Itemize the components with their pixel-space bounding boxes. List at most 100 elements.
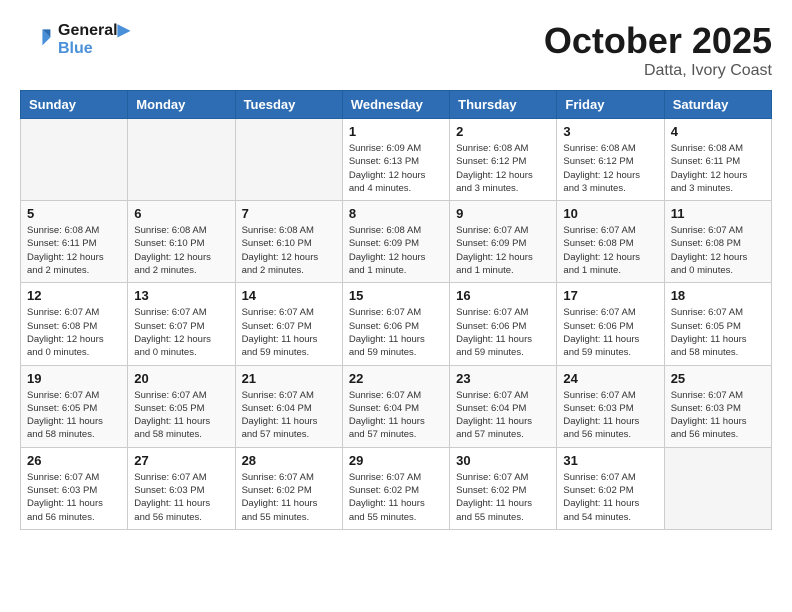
calendar-day-cell: 16Sunrise: 6:07 AMSunset: 6:06 PMDayligh… bbox=[450, 283, 557, 365]
calendar-day-cell: 10 Sunrise: 6:07 AMSunset: 6:08 PMDayligh… bbox=[557, 201, 664, 283]
day-info: Sunrise: 6:07 AMSunset: 6:07 PMDaylight:… bbox=[242, 306, 336, 359]
calendar-day-cell: 26 Sunrise: 6:07 AMSunset: 6:03 PMDayligh… bbox=[21, 447, 128, 529]
calendar-table: SundayMondayTuesdayWednesdayThursdayFrid… bbox=[20, 90, 772, 530]
day-number: 24 bbox=[563, 371, 657, 386]
calendar-day-cell: 1Sunrise: 6:09 AMSunset: 6:13 PMDaylight… bbox=[342, 119, 449, 201]
day-number: 31 bbox=[563, 453, 657, 468]
calendar-header-row: SundayMondayTuesdayWednesdayThursdayFrid… bbox=[21, 91, 772, 119]
calendar-day-cell: 4 Sunrise: 6:08 AMSunset: 6:11 PMDaylight… bbox=[664, 119, 771, 201]
day-number: 28 bbox=[242, 453, 336, 468]
calendar-day-cell: 9 Sunrise: 6:07 AMSunset: 6:09 PMDaylight… bbox=[450, 201, 557, 283]
day-info: Sunrise: 6:07 AMSunset: 6:05 PMDaylight:… bbox=[134, 389, 228, 442]
calendar-day-cell: 23 Sunrise: 6:07 AMSunset: 6:04 PMDayligh… bbox=[450, 365, 557, 447]
calendar-day-cell: 21 Sunrise: 6:07 AMSunset: 6:04 PMDayligh… bbox=[235, 365, 342, 447]
calendar-day-cell: 6 Sunrise: 6:08 AMSunset: 6:10 PMDaylight… bbox=[128, 201, 235, 283]
calendar-day-cell: 13Sunrise: 6:07 AMSunset: 6:07 PMDayligh… bbox=[128, 283, 235, 365]
title-block: October 2025 Datta, Ivory Coast bbox=[544, 20, 772, 80]
day-number: 26 bbox=[27, 453, 121, 468]
page-header: General▶ Blue October 2025 Datta, Ivory … bbox=[20, 20, 772, 80]
calendar-day-cell: 14 Sunrise: 6:07 AMSunset: 6:07 PMDayligh… bbox=[235, 283, 342, 365]
day-info: Sunrise: 6:07 AMSunset: 6:03 PMDaylight:… bbox=[134, 471, 228, 524]
day-number: 23 bbox=[456, 371, 550, 386]
day-number: 19 bbox=[27, 371, 121, 386]
day-info: Sunrise: 6:07 AMSunset: 6:02 PMDaylight:… bbox=[242, 471, 336, 524]
logo: General▶ Blue bbox=[20, 20, 130, 58]
calendar-week-row: 1Sunrise: 6:09 AMSunset: 6:13 PMDaylight… bbox=[21, 119, 772, 201]
logo-icon bbox=[20, 23, 52, 55]
day-number: 7 bbox=[242, 206, 336, 221]
day-info: Sunrise: 6:07 AMSunset: 6:05 PMDaylight:… bbox=[671, 306, 765, 359]
day-info: Sunrise: 6:07 AMSunset: 6:04 PMDaylight:… bbox=[349, 389, 443, 442]
day-number: 13 bbox=[134, 288, 228, 303]
calendar-day-cell: 28 Sunrise: 6:07 AMSunset: 6:02 PMDayligh… bbox=[235, 447, 342, 529]
calendar-day-cell: 19 Sunrise: 6:07 AMSunset: 6:05 PMDayligh… bbox=[21, 365, 128, 447]
day-number: 3 bbox=[563, 124, 657, 139]
calendar-day-cell: 12 Sunrise: 6:07 AMSunset: 6:08 PMDayligh… bbox=[21, 283, 128, 365]
day-number: 11 bbox=[671, 206, 765, 221]
day-info: Sunrise: 6:07 AMSunset: 6:06 PMDaylight:… bbox=[456, 306, 550, 359]
day-info: Sunrise: 6:07 AMSunset: 6:02 PMDaylight:… bbox=[563, 471, 657, 524]
day-number: 27 bbox=[134, 453, 228, 468]
day-number: 8 bbox=[349, 206, 443, 221]
calendar-day-cell: 11Sunrise: 6:07 AMSunset: 6:08 PMDayligh… bbox=[664, 201, 771, 283]
day-of-week-header: Thursday bbox=[450, 91, 557, 119]
day-info: Sunrise: 6:08 AMSunset: 6:09 PMDaylight:… bbox=[349, 224, 443, 277]
calendar-day-cell: 20Sunrise: 6:07 AMSunset: 6:05 PMDayligh… bbox=[128, 365, 235, 447]
location: Datta, Ivory Coast bbox=[544, 62, 772, 80]
day-info: Sunrise: 6:08 AMSunset: 6:12 PMDaylight:… bbox=[563, 142, 657, 195]
day-number: 14 bbox=[242, 288, 336, 303]
day-number: 9 bbox=[456, 206, 550, 221]
day-info: Sunrise: 6:08 AMSunset: 6:11 PMDaylight:… bbox=[671, 142, 765, 195]
day-number: 25 bbox=[671, 371, 765, 386]
day-number: 21 bbox=[242, 371, 336, 386]
logo-text: General▶ Blue bbox=[58, 20, 130, 58]
calendar-day-cell: 29 Sunrise: 6:07 AMSunset: 6:02 PMDayligh… bbox=[342, 447, 449, 529]
calendar-day-cell: 7 Sunrise: 6:08 AMSunset: 6:10 PMDaylight… bbox=[235, 201, 342, 283]
day-number: 29 bbox=[349, 453, 443, 468]
day-of-week-header: Saturday bbox=[664, 91, 771, 119]
day-info: Sunrise: 6:07 AMSunset: 6:05 PMDaylight:… bbox=[27, 389, 121, 442]
calendar-day-cell: 25 Sunrise: 6:07 AMSunset: 6:03 PMDayligh… bbox=[664, 365, 771, 447]
day-info: Sunrise: 6:07 AMSunset: 6:06 PMDaylight:… bbox=[349, 306, 443, 359]
calendar-day-cell: 18 Sunrise: 6:07 AMSunset: 6:05 PMDayligh… bbox=[664, 283, 771, 365]
day-info: Sunrise: 6:09 AMSunset: 6:13 PMDaylight:… bbox=[349, 142, 443, 195]
day-info: Sunrise: 6:07 AMSunset: 6:04 PMDaylight:… bbox=[242, 389, 336, 442]
day-info: Sunrise: 6:08 AMSunset: 6:10 PMDaylight:… bbox=[134, 224, 228, 277]
calendar-day-cell: 24 Sunrise: 6:07 AMSunset: 6:03 PMDayligh… bbox=[557, 365, 664, 447]
day-of-week-header: Sunday bbox=[21, 91, 128, 119]
day-number: 6 bbox=[134, 206, 228, 221]
day-of-week-header: Monday bbox=[128, 91, 235, 119]
day-number: 10 bbox=[563, 206, 657, 221]
day-info: Sunrise: 6:07 AMSunset: 6:04 PMDaylight:… bbox=[456, 389, 550, 442]
day-info: Sunrise: 6:08 AMSunset: 6:10 PMDaylight:… bbox=[242, 224, 336, 277]
calendar-day-cell bbox=[128, 119, 235, 201]
day-info: Sunrise: 6:07 AMSunset: 6:03 PMDaylight:… bbox=[671, 389, 765, 442]
calendar-day-cell: 31 Sunrise: 6:07 AMSunset: 6:02 PMDayligh… bbox=[557, 447, 664, 529]
day-info: Sunrise: 6:08 AMSunset: 6:11 PMDaylight:… bbox=[27, 224, 121, 277]
day-number: 18 bbox=[671, 288, 765, 303]
day-info: Sunrise: 6:08 AMSunset: 6:12 PMDaylight:… bbox=[456, 142, 550, 195]
day-of-week-header: Tuesday bbox=[235, 91, 342, 119]
day-info: Sunrise: 6:07 AMSunset: 6:06 PMDaylight:… bbox=[563, 306, 657, 359]
day-info: Sunrise: 6:07 AMSunset: 6:03 PMDaylight:… bbox=[27, 471, 121, 524]
calendar-day-cell: 22 Sunrise: 6:07 AMSunset: 6:04 PMDayligh… bbox=[342, 365, 449, 447]
day-info: Sunrise: 6:07 AMSunset: 6:02 PMDaylight:… bbox=[349, 471, 443, 524]
calendar-week-row: 26 Sunrise: 6:07 AMSunset: 6:03 PMDayligh… bbox=[21, 447, 772, 529]
calendar-day-cell: 30Sunrise: 6:07 AMSunset: 6:02 PMDayligh… bbox=[450, 447, 557, 529]
calendar-week-row: 5Sunrise: 6:08 AMSunset: 6:11 PMDaylight… bbox=[21, 201, 772, 283]
day-info: Sunrise: 6:07 AMSunset: 6:09 PMDaylight:… bbox=[456, 224, 550, 277]
day-number: 4 bbox=[671, 124, 765, 139]
calendar-day-cell: 3 Sunrise: 6:08 AMSunset: 6:12 PMDaylight… bbox=[557, 119, 664, 201]
day-number: 12 bbox=[27, 288, 121, 303]
day-number: 17 bbox=[563, 288, 657, 303]
calendar-day-cell: 2Sunrise: 6:08 AMSunset: 6:12 PMDaylight… bbox=[450, 119, 557, 201]
day-number: 30 bbox=[456, 453, 550, 468]
calendar-day-cell: 8 Sunrise: 6:08 AMSunset: 6:09 PMDaylight… bbox=[342, 201, 449, 283]
day-info: Sunrise: 6:07 AMSunset: 6:08 PMDaylight:… bbox=[27, 306, 121, 359]
month-title: October 2025 bbox=[544, 20, 772, 62]
calendar-day-cell bbox=[664, 447, 771, 529]
calendar-day-cell bbox=[21, 119, 128, 201]
day-info: Sunrise: 6:07 AMSunset: 6:03 PMDaylight:… bbox=[563, 389, 657, 442]
day-number: 22 bbox=[349, 371, 443, 386]
day-info: Sunrise: 6:07 AMSunset: 6:08 PMDaylight:… bbox=[563, 224, 657, 277]
